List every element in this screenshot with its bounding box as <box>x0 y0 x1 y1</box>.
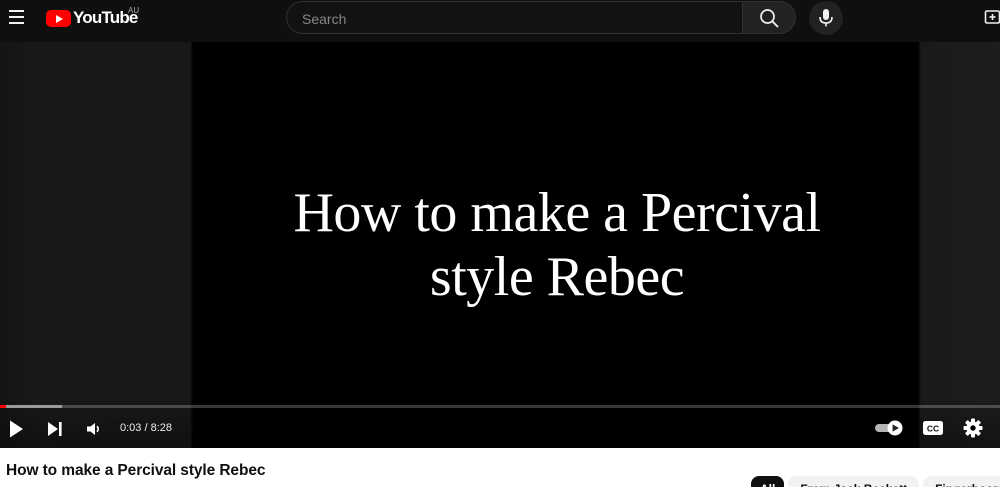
chip-fingerboards[interactable]: Fingerboards <box>923 476 1000 487</box>
video-title-line-1: How to make a Percival <box>293 182 821 244</box>
chip-all[interactable]: All <box>751 476 785 487</box>
play-icon <box>10 420 23 438</box>
create-icon <box>984 10 1000 24</box>
menu-icon[interactable] <box>6 7 26 27</box>
voice-search-button[interactable] <box>809 1 843 35</box>
volume-icon <box>87 423 99 435</box>
progress-bar[interactable] <box>0 405 1000 408</box>
search-box <box>286 1 742 35</box>
search-input[interactable] <box>300 2 724 35</box>
youtube-play-logo-icon <box>46 10 71 27</box>
mute-button[interactable] <box>86 421 104 437</box>
region-code: AU <box>128 6 140 15</box>
create-button[interactable] <box>984 8 1000 26</box>
search-button[interactable] <box>742 1 796 34</box>
time-display: 0:03 / 8:28 <box>120 422 172 434</box>
next-button[interactable] <box>46 420 64 438</box>
watch-title: How to make a Percival style Rebec <box>6 462 266 479</box>
watch-metadata: How to make a Percival style Rebec AllFr… <box>0 448 1000 487</box>
settings-button[interactable] <box>963 418 983 438</box>
progress-buffered <box>0 405 62 408</box>
progress-played <box>0 405 6 408</box>
play-button[interactable] <box>6 418 26 440</box>
chip-from-jack-beckett[interactable]: From Jack Beckett <box>788 476 920 487</box>
duration: 8:28 <box>150 422 173 434</box>
search-icon <box>760 9 779 28</box>
time-separator: / <box>141 422 151 434</box>
masthead: YouTube AU <box>0 0 1000 42</box>
svg-text:CC: CC <box>927 424 939 434</box>
captions-icon: CC <box>923 421 943 435</box>
video-frame[interactable]: How to make a Percival style Rebec <box>193 42 918 407</box>
autoplay-toggle-icon <box>875 420 903 436</box>
microphone-icon <box>819 9 833 27</box>
video-player[interactable]: How to make a Percival style Rebec 0:03 … <box>0 42 1000 448</box>
video-title-card: How to make a Percival style Rebec <box>193 181 918 309</box>
current-time: 0:03 <box>120 422 142 434</box>
captions-button[interactable]: CC <box>922 419 944 437</box>
video-title-line-2: style Rebec <box>429 246 685 308</box>
settings-icon <box>963 418 983 438</box>
autoplay-toggle[interactable] <box>874 419 906 437</box>
related-filter-chips: AllFrom Jack BeckettFingerboards <box>751 476 1000 487</box>
next-icon <box>48 422 62 436</box>
